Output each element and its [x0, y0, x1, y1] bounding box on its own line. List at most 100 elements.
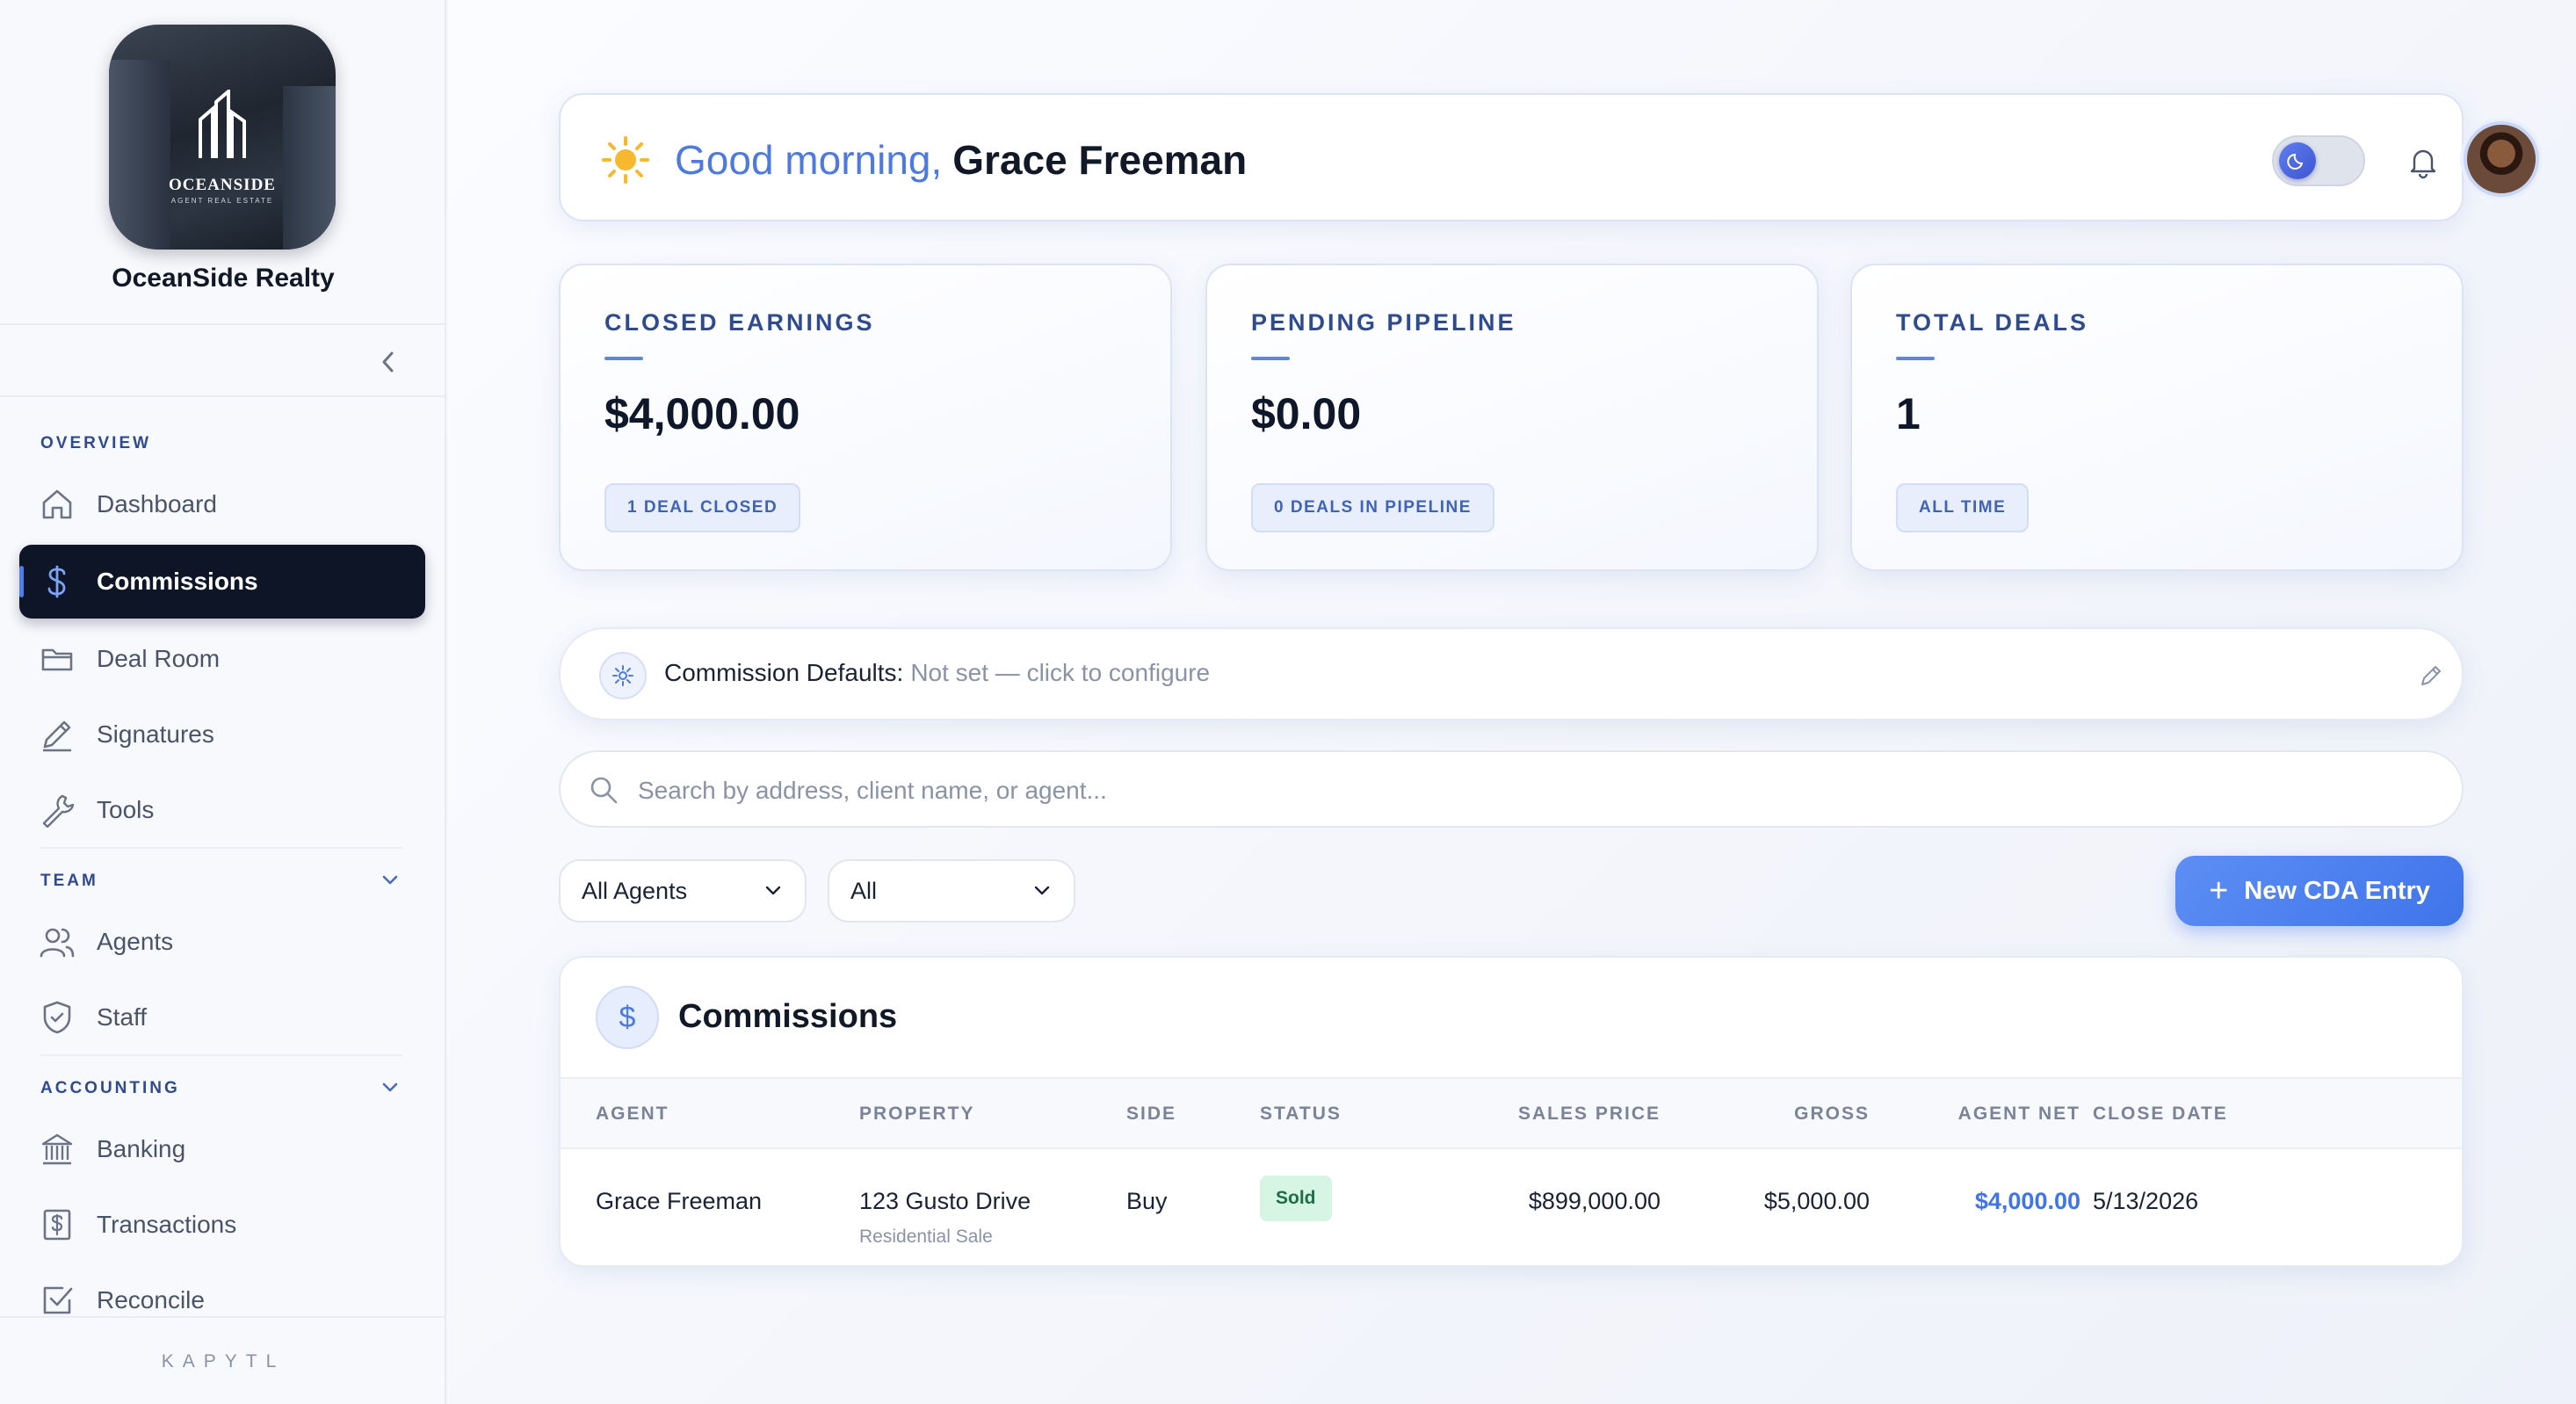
logo-building-left [109, 60, 170, 250]
pen-icon [39, 716, 76, 753]
logo-building-right [283, 86, 336, 250]
collapse-sidebar-button[interactable] [376, 346, 401, 378]
sidebar-item-signatures[interactable]: Signatures [19, 698, 425, 771]
sidebar-item-label: Commissions [97, 568, 258, 595]
stat-value: 1 [1896, 389, 1921, 438]
sidebar-item-deal-room[interactable]: Deal Room [19, 622, 425, 696]
sidebar-item-agents[interactable]: Agents [19, 905, 425, 979]
sidebar-item-label: Staff [97, 1003, 148, 1031]
folder-icon [39, 640, 76, 677]
new-cda-entry-button[interactable]: + New CDA Entry [2175, 856, 2464, 926]
cell-property-type: Residential Sale [859, 1227, 993, 1247]
chevron-left-icon [382, 351, 394, 373]
sidebar-item-label: Signatures [97, 720, 214, 748]
chevron-down-icon [765, 886, 781, 895]
bank-icon [39, 1131, 76, 1168]
dollar-icon [39, 563, 76, 600]
sidebar-item-tools[interactable]: Tools [19, 773, 425, 847]
column-header-agent-net[interactable]: AGENT NET [1914, 1104, 2080, 1125]
building-mark-icon [199, 90, 246, 158]
logo-subtext: AGENT REAL ESTATE [170, 197, 274, 205]
column-header-sales-price[interactable]: SALES PRICE [1467, 1104, 1661, 1125]
stat-accent-bar [1251, 357, 1290, 360]
agents-filter-value: All Agents [582, 878, 688, 904]
sidebar-item-dashboard[interactable]: Dashboard [19, 467, 425, 541]
agents-filter-select[interactable]: All Agents [559, 859, 807, 923]
sidebar-item-label: Agents [97, 928, 174, 955]
stat-value: $4,000.00 [604, 389, 800, 438]
table-title: Commissions [678, 998, 898, 1035]
bell-icon[interactable] [2406, 144, 2441, 179]
column-header-status[interactable]: STATUS [1260, 1104, 1342, 1125]
sidebar-item-label: Tools [97, 796, 155, 823]
dollar-icon: $ [596, 986, 659, 1049]
column-header-side[interactable]: SIDE [1126, 1104, 1176, 1125]
users-icon [39, 923, 76, 960]
sidebar-footer: KAPYTL [0, 1316, 446, 1404]
table-row[interactable]: Grace Freeman 123 Gusto Drive Residentia… [561, 1151, 2462, 1265]
column-header-gross[interactable]: GROSS [1729, 1104, 1870, 1125]
stat-label: TOTAL DEALS [1896, 309, 2089, 336]
stat-card-pending-pipeline: PENDING PIPELINE $0.00 0 DEALS IN PIPELI… [1205, 264, 1819, 571]
wrench-icon [39, 792, 76, 829]
brand-logo[interactable]: OCEANSIDE AGENT REAL ESTATE [109, 25, 336, 250]
cell-agent: Grace Freeman [596, 1188, 763, 1214]
stat-value: $0.00 [1251, 389, 1362, 438]
cell-sales-price: $899,000.00 [1528, 1188, 1661, 1214]
sidebar-item-label: Banking [97, 1135, 186, 1162]
sidebar-item-label: Reconcile [97, 1286, 205, 1314]
sidebar-item-commissions[interactable]: Commissions [19, 545, 425, 619]
user-name: Grace Freeman [952, 137, 1248, 183]
cell-property: 123 Gusto Drive [859, 1188, 1031, 1214]
greeting: Good morning, [675, 137, 943, 183]
sun-icon [602, 136, 649, 184]
column-header-close-date[interactable]: CLOSE DATE [2093, 1104, 2228, 1125]
table-header: AGENT PROPERTY SIDE STATUS SALES PRICE G… [561, 1077, 2462, 1149]
home-icon [39, 486, 76, 523]
stat-card-total-deals: TOTAL DEALS 1 ALL TIME [1850, 264, 2464, 571]
receipt-icon [39, 1206, 76, 1243]
column-header-property[interactable]: PROPERTY [859, 1104, 975, 1125]
chevron-down-icon[interactable] [380, 870, 401, 891]
moon-icon [2279, 142, 2316, 179]
status-badge: Sold [1260, 1176, 1332, 1221]
cell-side: Buy [1126, 1188, 1168, 1214]
shield-icon [39, 999, 76, 1036]
logo-text: OCEANSIDE [169, 176, 276, 194]
sidebar-item-banking[interactable]: Banking [19, 1112, 425, 1186]
pencil-icon[interactable] [2418, 662, 2444, 689]
commissions-table-card: $ Commissions AGENT PROPERTY SIDE STATUS… [559, 956, 2464, 1267]
nav-divider [40, 1054, 402, 1056]
section-team: TEAM [40, 872, 98, 890]
main-content: Good morning, Grace Freeman CLOSED EARNIN… [448, 0, 2576, 1404]
theme-toggle[interactable] [2272, 135, 2365, 186]
section-accounting: ACCOUNTING [40, 1079, 180, 1097]
stat-label: CLOSED EARNINGS [604, 309, 875, 336]
sidebar-item-staff[interactable]: Staff [19, 981, 425, 1054]
check-square-icon [39, 1282, 76, 1319]
column-header-agent[interactable]: AGENT [596, 1104, 669, 1125]
plus-icon: + [2209, 872, 2229, 909]
brand-name: OceanSide Realty [112, 264, 335, 293]
status-filter-value: All [850, 878, 878, 904]
stat-accent-bar [604, 357, 643, 360]
cell-agent-net: $4,000.00 [1974, 1188, 2080, 1214]
stat-chip: ALL TIME [1896, 483, 2030, 532]
brand-header: OCEANSIDE AGENT REAL ESTATE OceanSide Re… [0, 0, 446, 325]
stat-accent-bar [1896, 357, 1935, 360]
sidebar-item-transactions[interactable]: Transactions [19, 1188, 425, 1262]
user-avatar[interactable] [2464, 121, 2539, 197]
search-input[interactable] [638, 768, 2307, 814]
cell-gross: $5,000.00 [1763, 1188, 1870, 1214]
sidebar-item-label: Dashboard [97, 490, 217, 517]
sidebar: OCEANSIDE AGENT REAL ESTATE OceanSide Re… [0, 0, 446, 1404]
stat-chip: 0 DEALS IN PIPELINE [1251, 483, 1494, 532]
sidebar-item-label: Deal Room [97, 645, 221, 672]
chevron-down-icon [1034, 886, 1050, 895]
greeting-text: Good morning, Grace Freeman [675, 135, 1247, 185]
chevron-down-icon[interactable] [380, 1077, 401, 1098]
commission-defaults-bar[interactable]: Commission Defaults: Not set — click to c… [559, 627, 2464, 720]
status-filter-select[interactable]: All [828, 859, 1075, 923]
search-bar [559, 750, 2464, 828]
greeting-header: Good morning, Grace Freeman [559, 93, 2539, 221]
